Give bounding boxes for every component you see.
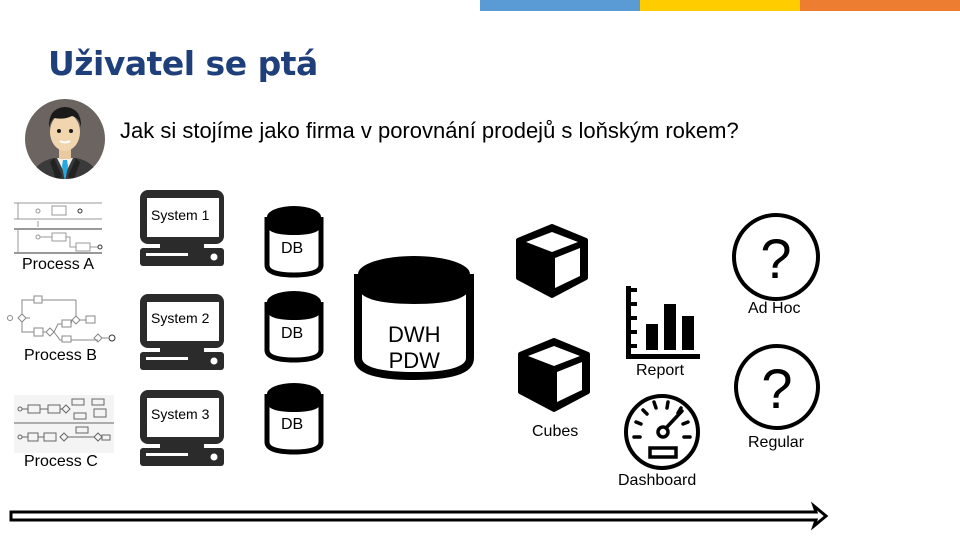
process-c-label: Process C	[24, 453, 98, 470]
process-b-label: Process B	[24, 347, 97, 364]
dashboard-label: Dashboard	[618, 472, 697, 489]
regular-label: Regular	[748, 434, 805, 451]
question-circle-icon: ?	[732, 213, 820, 301]
computer-icon	[140, 190, 224, 266]
cube-icon	[516, 224, 588, 298]
bar-chart-icon	[626, 286, 700, 359]
page-title: Uživatel se ptá	[48, 44, 318, 83]
adhoc-label: Ad Hoc	[748, 300, 801, 317]
cubes-label: Cubes	[532, 423, 579, 440]
dwh-label: DWH PDW	[388, 322, 441, 374]
system-3-label: System 3	[151, 406, 210, 422]
dwh-label-line2: PDW	[388, 348, 440, 373]
system-1-label: System 1	[151, 207, 210, 223]
businessman-avatar-icon	[25, 99, 105, 179]
db-1-label: DB	[281, 240, 304, 257]
process-diagram-icon	[14, 395, 114, 453]
computer-icon	[140, 294, 224, 370]
computer-icon	[140, 390, 224, 466]
speedometer-icon	[624, 394, 700, 470]
accent-bar-yellow	[640, 0, 800, 11]
adhoc-glyph: ?	[760, 227, 791, 290]
process-diagram-icon	[7, 295, 116, 343]
arrow-right-icon	[9, 501, 829, 531]
dwh-label-line1: DWH	[388, 322, 441, 347]
cube-icon	[518, 338, 590, 412]
user-question: Jak si stojíme jako firma v porovnání pr…	[120, 118, 739, 143]
accent-bar-orange	[800, 0, 960, 11]
db-2-label: DB	[281, 325, 304, 342]
process-a-label: Process A	[22, 256, 95, 273]
regular-glyph: ?	[761, 357, 792, 420]
db-3-label: DB	[281, 416, 304, 433]
process-diagram-icon	[14, 202, 103, 254]
accent-bar-blue	[480, 0, 640, 11]
system-2-label: System 2	[151, 310, 210, 326]
question-circle-icon: ?	[734, 344, 820, 430]
report-label: Report	[636, 362, 685, 379]
